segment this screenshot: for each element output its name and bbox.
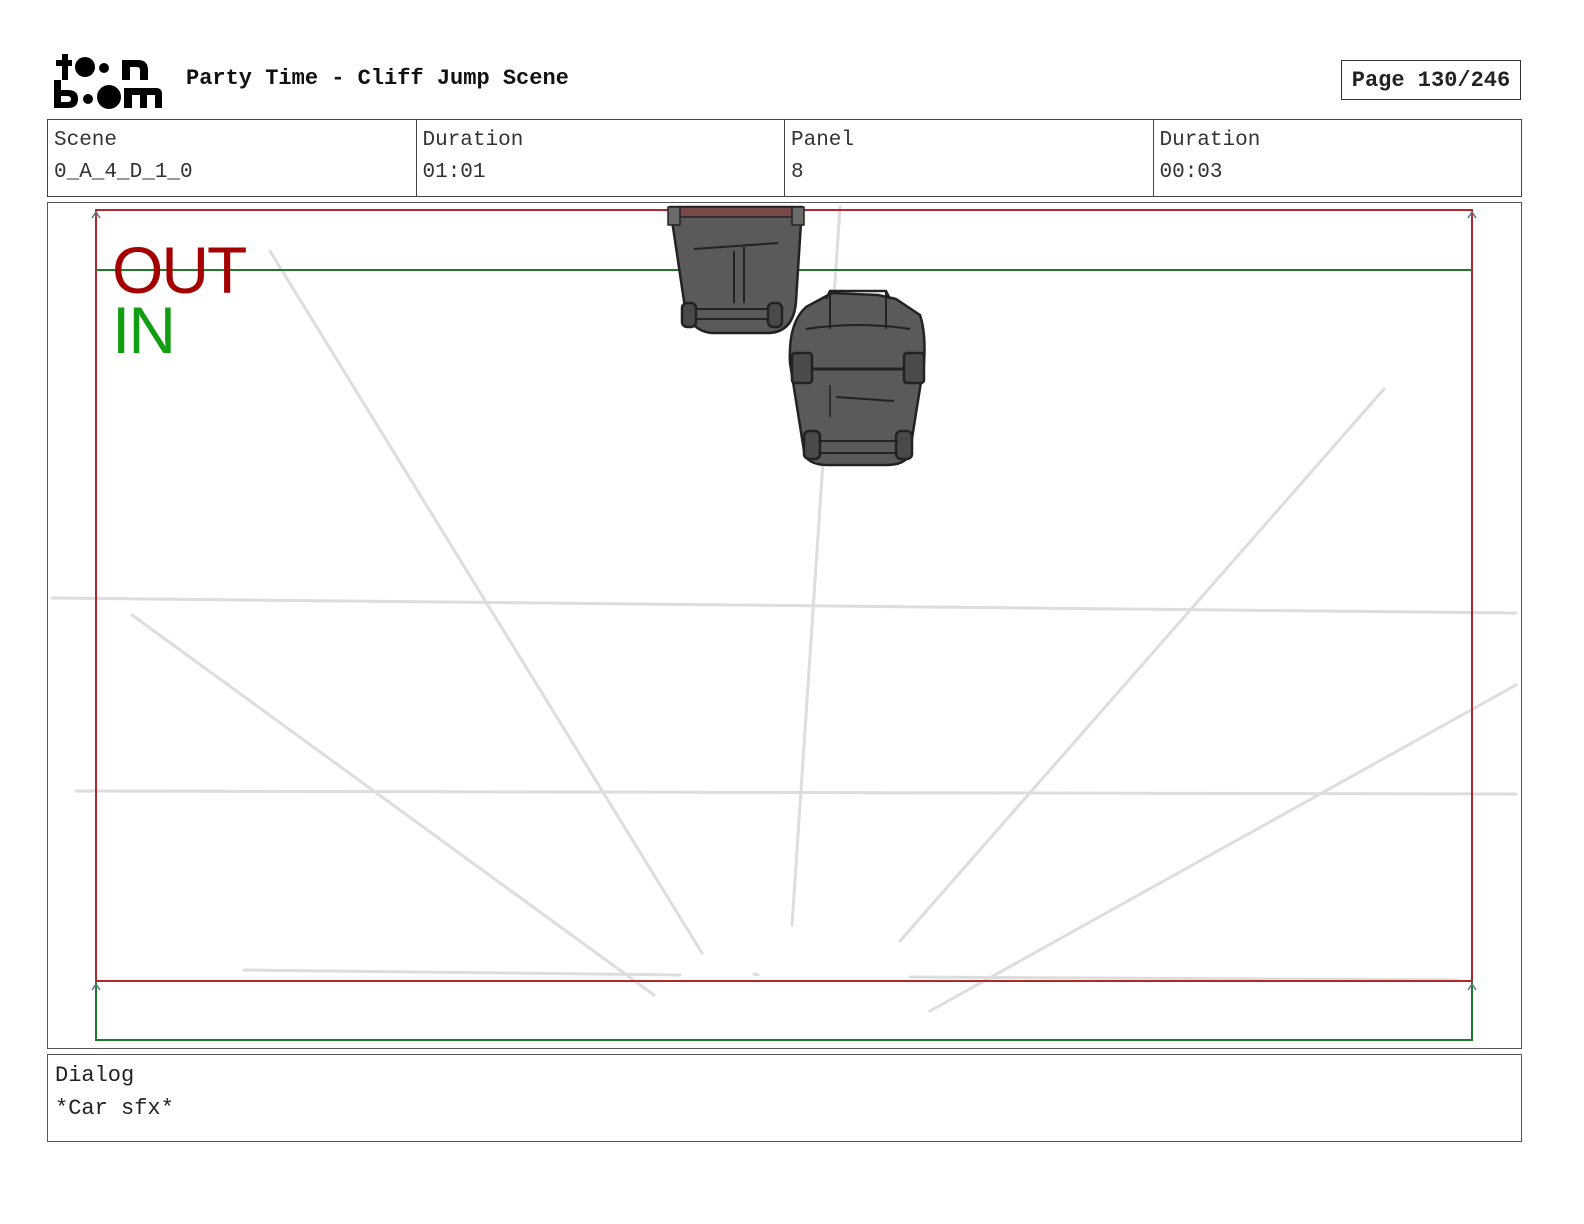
panel-cell: Panel 8 [785,120,1154,196]
scene-info-table: Scene 0_A_4_D_1_0 Duration 01:01 Panel 8… [47,119,1522,197]
car-rear-right [788,289,926,467]
scene-duration-value: 01:01 [422,161,486,184]
dialog-text: *Car sfx* [55,1096,174,1121]
page-indicator: Page 130/246 [1341,60,1521,100]
scene-duration-cell: Duration 01:01 [417,120,785,196]
in-frame-label: IN [112,293,176,367]
car-rear-left [667,205,805,335]
dialog-label: Dialog [55,1063,135,1088]
panel-value: 8 [791,161,804,184]
panel-duration-value: 00:03 [1159,161,1223,184]
document-title: Party Time - Cliff Jump Scene [186,66,569,91]
dialog-box: Dialog *Car sfx* [47,1054,1522,1142]
panel-duration-label: Duration [1159,129,1261,152]
scene-value: 0_A_4_D_1_0 [54,161,193,184]
scene-cell: Scene 0_A_4_D_1_0 [48,120,417,196]
panel-label: Panel [791,129,855,152]
toon-boom-logo: toon boom [52,50,164,112]
panel-drawing [50,205,1518,1041]
scene-duration-label: Duration [422,129,524,152]
panel-duration-cell: Duration 00:03 [1154,120,1522,196]
in-frame-bottom [95,981,1473,1041]
scene-label: Scene [54,129,118,152]
storyboard-panel: OUT IN [47,202,1522,1049]
logo-mark [54,54,162,109]
